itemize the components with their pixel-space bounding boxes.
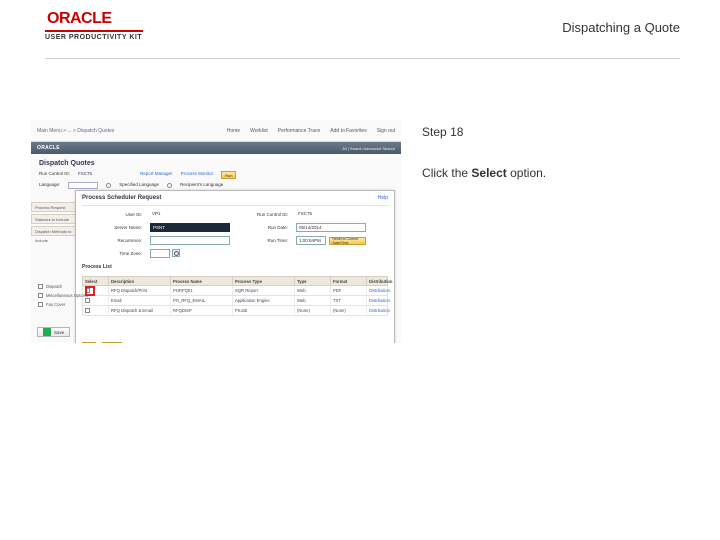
app-brand-text: ORACLE — [37, 145, 60, 151]
format-2[interactable]: TXT — [331, 296, 367, 305]
server-name-input[interactable]: PSNT — [150, 223, 230, 232]
select-checkbox-3[interactable] — [85, 308, 90, 313]
nav-trace[interactable]: Performance Trace — [278, 128, 321, 134]
desc-3: RFQ Dispatch & Email — [109, 306, 171, 315]
user-id-label: User ID: — [82, 212, 142, 217]
app-brand-search[interactable]: All | Search Advanced Search — [342, 146, 395, 151]
run-ctrl-value2: FSC75 — [296, 210, 366, 219]
ptype-1: SQR Report — [233, 286, 295, 295]
app-screenshot: Main Menu > ... > Dispatch Quotes Home W… — [30, 119, 402, 344]
side-tab-process-request[interactable]: Process Request — [31, 202, 79, 212]
dispatch-title: Dispatch Quotes — [39, 160, 393, 167]
breadcrumb[interactable]: Main Menu > ... > Dispatch Quotes — [37, 128, 114, 134]
pname-3: RFQDISP — [171, 306, 233, 315]
run-ctrl-label2: Run Control ID: — [238, 212, 288, 217]
oracle-logo: ORACLE — [45, 10, 143, 28]
step-text-prefix: Click the — [422, 166, 471, 180]
language-select[interactable] — [68, 182, 98, 189]
fax-checkbox[interactable] — [38, 302, 43, 307]
process-scheduler-modal: Process Scheduler Request Help User ID: … — [75, 190, 395, 344]
cancel-button[interactable]: Cancel — [102, 342, 122, 344]
recurrence-input[interactable] — [150, 236, 230, 245]
ok-button[interactable]: OK — [82, 342, 96, 344]
run-control-label: Run Control ID: — [39, 171, 70, 179]
timezone-input[interactable] — [150, 249, 170, 258]
run-control-value: FSC75 — [78, 171, 92, 179]
side-sections: Process Request Statuses to Include Disp… — [31, 202, 79, 236]
step-label: Step 18 — [422, 125, 680, 139]
recurrence-label: Recurrence: — [82, 238, 142, 243]
server-name-label: Server Name: — [82, 225, 142, 230]
pname-1: PORFQ01 — [171, 286, 233, 295]
product-name: USER PRODUCTIVITY KIT — [45, 34, 143, 41]
side-tab-methods[interactable]: Dispatch Methods to Include — [31, 226, 79, 236]
recipient-lang-label: Recipient's Language — [180, 182, 223, 189]
fax-label: Fax Cover — [46, 302, 65, 307]
type-1[interactable]: Web — [295, 286, 331, 295]
run-time-label: Run Time: — [238, 238, 288, 243]
dispatch-checkbox[interactable] — [38, 284, 43, 289]
specified-lang-radio[interactable] — [106, 183, 111, 188]
timezone-lookup-icon[interactable] — [172, 249, 180, 257]
nav-home[interactable]: Home — [227, 128, 240, 134]
modal-title: Process Scheduler Request — [76, 191, 394, 203]
timezone-label: Time Zone: — [82, 251, 142, 256]
highlight-marker — [85, 286, 95, 296]
format-1[interactable]: PDF — [331, 286, 367, 295]
report-manager-link[interactable]: Report Manager — [140, 171, 173, 179]
logo-underline — [45, 30, 143, 32]
app-brand-bar: ORACLE All | Search Advanced Search — [31, 142, 401, 154]
process-row-2: Email PO_RFQ_EMAIL Application Engine We… — [82, 296, 388, 306]
language-label: Language: — [39, 182, 60, 189]
save-icon — [43, 328, 51, 336]
dist-2[interactable]: Distribution — [367, 296, 402, 305]
page-title: Dispatching a Quote — [562, 20, 680, 35]
dist-1[interactable]: Distribution — [367, 286, 402, 295]
process-list-heading: Process List — [82, 264, 388, 270]
app-top-nav: Home Worklist Performance Trace Add to F… — [227, 128, 395, 134]
brand-block: ORACLE USER PRODUCTIVITY KIT — [45, 10, 143, 41]
pname-2: PO_RFQ_EMAIL — [171, 296, 233, 305]
save-button[interactable]: Save — [37, 327, 70, 337]
run-time-input[interactable]: 1:00:54PM — [296, 236, 326, 245]
run-date-label: Run Date: — [238, 225, 288, 230]
process-monitor-link[interactable]: Process Monitor — [181, 171, 214, 179]
type-1[interactable]: (None) — [295, 306, 331, 315]
step-text-suffix: option. — [507, 166, 546, 180]
step-text: Click the Select option. — [422, 165, 680, 182]
nav-fav[interactable]: Add to Favorites — [330, 128, 366, 134]
nav-worklist[interactable]: Worklist — [250, 128, 268, 134]
side-tab-statuses[interactable]: Statuses to Include — [31, 214, 79, 224]
ptype-3: PSJob — [233, 306, 295, 315]
type-2[interactable]: Web — [295, 296, 331, 305]
run-date-input[interactable]: 05/14/2014 — [296, 223, 366, 232]
specified-lang-label: Specified Language — [119, 182, 159, 189]
modal-divider — [82, 205, 388, 206]
user-id-value: VP1 — [150, 210, 230, 219]
modal-help-link[interactable]: Help — [378, 195, 388, 201]
misc-checkbox[interactable] — [38, 293, 43, 298]
reset-datetime-button[interactable]: Reset to Current Date/Time — [329, 237, 367, 245]
step-text-bold: Select — [471, 166, 506, 180]
dist-3[interactable]: Distribution — [367, 306, 402, 315]
process-row-3: RFQ Dispatch & Email RFQDISP PSJob (None… — [82, 306, 388, 316]
run-button[interactable]: Run — [221, 171, 236, 179]
dispatch-label: Dispatch — [46, 284, 62, 289]
app-breadcrumb-bar: Main Menu > ... > Dispatch Quotes Home W… — [31, 120, 401, 142]
recipient-lang-radio[interactable] — [167, 183, 172, 188]
instruction-panel: Step 18 Click the Select option. — [422, 119, 680, 344]
desc-2: Email — [109, 296, 171, 305]
process-list-header: Select Description Process Name Process … — [82, 276, 388, 286]
process-row-1: RFQ Dispatch/Print PORFQ01 SQR Report We… — [82, 286, 388, 296]
desc-1: RFQ Dispatch/Print — [109, 286, 171, 295]
nav-signout[interactable]: Sign out — [377, 128, 395, 134]
misc-label: Miscellaneous Options — [46, 293, 88, 298]
ptype-2: Application Engine — [233, 296, 295, 305]
oracle-text: ORACLE — [47, 10, 112, 28]
